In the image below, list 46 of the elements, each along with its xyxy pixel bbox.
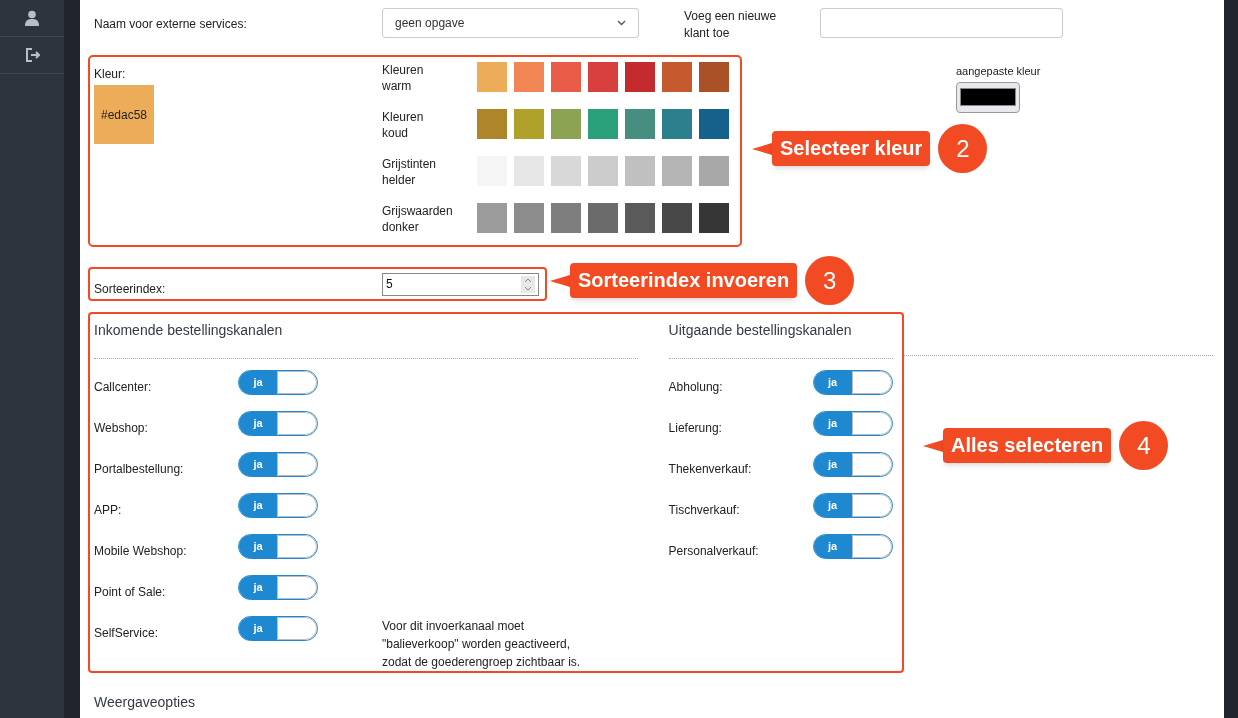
field-label: Kleur: <box>94 66 127 83</box>
step-number: 4 <box>1119 421 1169 470</box>
field-label: Point of Sale: <box>94 584 167 601</box>
field-label: APP: <box>94 502 123 519</box>
select-field[interactable]: geen opgave <box>382 8 639 38</box>
field-label: Sorteerindex: <box>94 281 167 298</box>
field-label: Voeg een nieuwe klant toe <box>684 8 778 42</box>
field-label: Tischverkauf: <box>668 502 741 519</box>
toggle-switch[interactable]: ja <box>812 534 893 559</box>
step-number: 2 <box>938 124 988 173</box>
toggle-switch[interactable]: ja <box>238 411 318 436</box>
field-label: Mobile Webshop: <box>94 543 188 560</box>
field-label: Lieferung: <box>668 420 723 437</box>
toggle-switch[interactable]: ja <box>812 370 893 395</box>
toggle-switch[interactable]: ja <box>238 616 318 641</box>
field-label: Naam voor externe services: <box>94 16 248 33</box>
note-text: Voor dit invoerkanaal moet "balieverkoop" worden geactiveerd, zodat de goederengroep zichtbaar is. <box>382 618 582 671</box>
number-input[interactable]: 5 <box>382 272 539 296</box>
color-preview: #edac58 <box>94 85 154 144</box>
field-label: Personalverkauf: <box>668 543 760 560</box>
section-heading: Uitgaande bestellingskanalen <box>668 321 853 340</box>
toggle-switch[interactable]: ja <box>238 534 318 559</box>
callout: Alles selecteren <box>923 428 1112 463</box>
toggle-switch[interactable]: ja <box>812 411 893 436</box>
step-number: 3 <box>805 256 855 305</box>
toggle-switch[interactable]: ja <box>812 452 893 477</box>
section-heading: Weergaveopties <box>93 693 196 712</box>
field-label: Callcenter: <box>94 379 153 396</box>
toggle-switch[interactable]: ja <box>238 452 318 477</box>
color-group-label: Kleuren koud <box>382 109 425 141</box>
field-label: Portalbestellung: <box>94 461 185 478</box>
section-heading: Inkomende bestellingskanalen <box>94 321 284 340</box>
color-group-label: Grijstinten helder <box>382 156 438 188</box>
color-group-label: Kleuren warm <box>382 62 425 94</box>
toggle-switch[interactable]: ja <box>238 575 318 600</box>
toggle-switch[interactable]: ja <box>238 493 318 518</box>
field-label: aangepaste kleur <box>956 64 1041 79</box>
field-label: Thekenverkauf: <box>668 461 753 478</box>
field-label: SelfService: <box>94 625 160 642</box>
field-label: Webshop: <box>94 420 149 437</box>
toggle-switch[interactable]: ja <box>812 493 893 518</box>
color-group-label: Grijswaarden donker <box>382 203 454 235</box>
callout: Selecteer kleur <box>752 131 931 166</box>
field-label: Abholung: <box>668 379 724 396</box>
callout: Sorteerindex invoeren <box>550 263 798 298</box>
toggle-switch[interactable]: ja <box>238 370 318 395</box>
